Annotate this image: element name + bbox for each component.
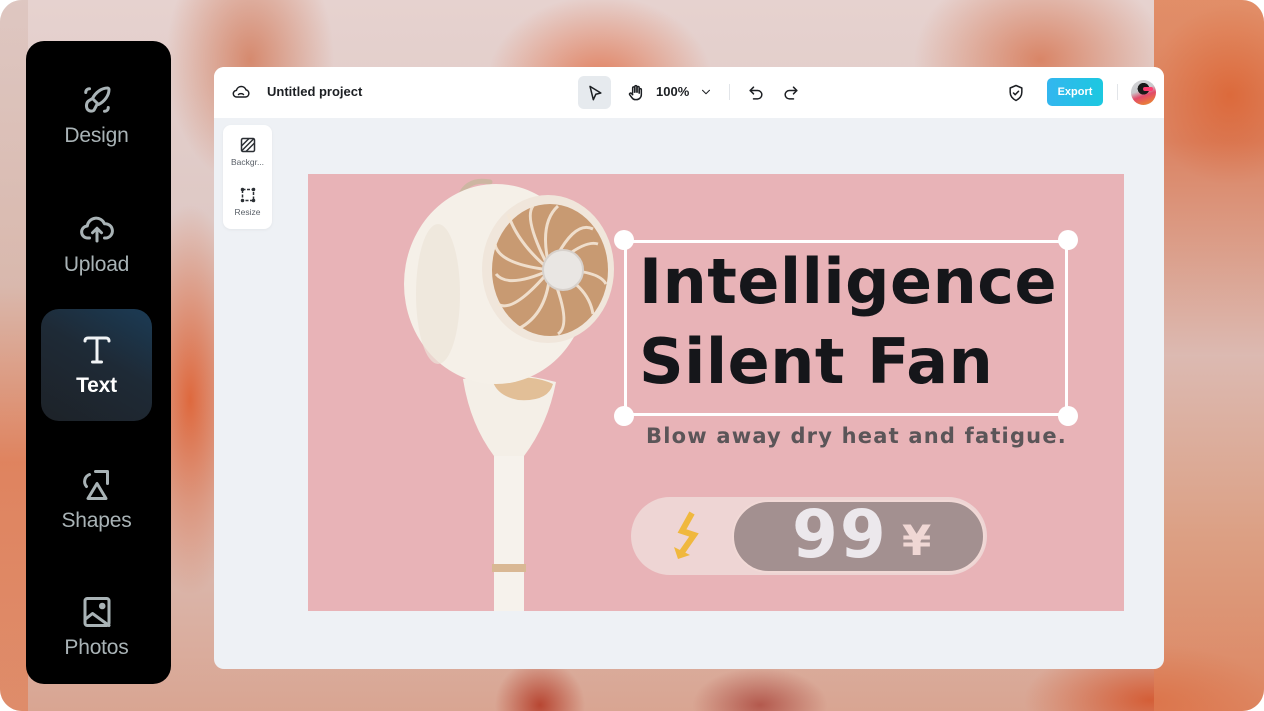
user-avatar[interactable] bbox=[1131, 80, 1156, 105]
design-canvas[interactable]: Intelligence Silent Fan Blow away dry he… bbox=[308, 174, 1124, 611]
security-button[interactable] bbox=[1005, 82, 1027, 104]
export-button[interactable]: Export bbox=[1047, 78, 1103, 106]
sidebar-item-label: Design bbox=[64, 124, 129, 147]
cloud-icon bbox=[232, 85, 250, 98]
editor-window: Untitled project 100% Export Backgr... R… bbox=[214, 67, 1164, 669]
sidebar-item-upload[interactable]: Upload bbox=[41, 188, 152, 300]
resize-handle-bottom-left[interactable] bbox=[614, 406, 634, 426]
tool-label: Backgr... bbox=[230, 157, 265, 167]
undo-icon bbox=[749, 86, 763, 100]
cursor-arrow-icon bbox=[588, 85, 602, 100]
undo-button[interactable] bbox=[745, 82, 767, 104]
redo-icon bbox=[784, 86, 798, 100]
lightning-bolt-icon bbox=[674, 511, 699, 559]
text-selection-box[interactable] bbox=[624, 240, 1068, 416]
project-title[interactable]: Untitled project bbox=[267, 84, 362, 99]
sidebar-item-shapes[interactable]: Shapes bbox=[41, 444, 152, 556]
canvas-tool-panel: Backgr... Resize bbox=[223, 125, 272, 229]
resize-handle-bottom-right[interactable] bbox=[1058, 406, 1078, 426]
resize-handle-top-right[interactable] bbox=[1058, 230, 1078, 250]
resize-handle-top-left[interactable] bbox=[614, 230, 634, 250]
tool-label: Resize bbox=[234, 207, 261, 217]
resize-icon bbox=[240, 187, 255, 203]
toolbar-divider bbox=[729, 84, 730, 100]
left-sidebar: Design Upload Text Shapes Photos bbox=[26, 41, 171, 684]
redo-button[interactable] bbox=[780, 82, 802, 104]
shield-check-icon bbox=[1009, 84, 1023, 102]
resize-tool-button[interactable]: Resize bbox=[223, 179, 272, 225]
select-tool-button[interactable] bbox=[578, 76, 611, 109]
hand-tool-button[interactable] bbox=[619, 76, 652, 109]
cloud-upload-icon bbox=[79, 216, 114, 243]
image-icon bbox=[83, 597, 110, 627]
sidebar-item-label: Upload bbox=[63, 253, 130, 276]
price-currency[interactable]: ¥ bbox=[902, 516, 931, 565]
background-tool-button[interactable]: Backgr... bbox=[223, 129, 272, 175]
price-value[interactable]: 99 bbox=[792, 496, 888, 573]
sidebar-item-label: Text bbox=[76, 374, 117, 397]
tagline-text[interactable]: Blow away dry heat and fatigue. bbox=[646, 424, 1067, 448]
zoom-level[interactable]: 100% bbox=[656, 84, 689, 99]
sidebar-item-label: Shapes bbox=[61, 509, 132, 532]
cloud-save-button[interactable] bbox=[231, 82, 253, 104]
sidebar-item-text[interactable]: Text bbox=[41, 309, 152, 421]
background-pattern-icon bbox=[240, 137, 255, 153]
sidebar-item-design[interactable]: Design bbox=[41, 59, 152, 171]
sidebar-item-label: Photos bbox=[64, 636, 129, 659]
text-t-icon bbox=[83, 336, 110, 364]
fan-product-image[interactable] bbox=[398, 174, 628, 611]
sidebar-item-photos[interactable]: Photos bbox=[41, 571, 152, 683]
rocket-icon bbox=[83, 86, 110, 113]
chevron-down-icon bbox=[701, 89, 711, 95]
editor-toolbar: Untitled project 100% Export bbox=[214, 67, 1164, 118]
shapes-icon bbox=[82, 470, 109, 500]
hand-icon bbox=[628, 84, 642, 100]
toolbar-divider bbox=[1117, 84, 1118, 100]
zoom-dropdown-button[interactable] bbox=[696, 82, 716, 102]
